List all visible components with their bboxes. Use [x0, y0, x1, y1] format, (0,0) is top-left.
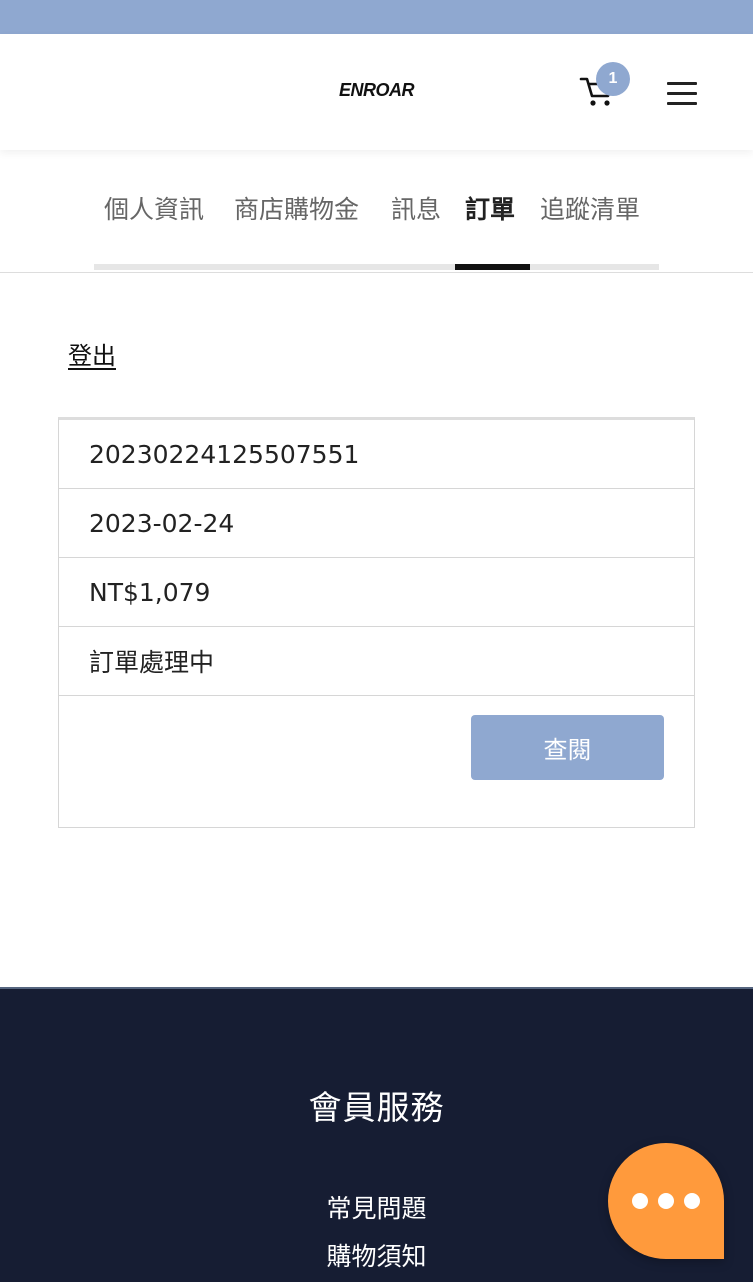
tab-orders[interactable]: 訂單	[465, 194, 515, 226]
cart-count-badge: 1	[596, 62, 630, 96]
cart-button[interactable]: 1	[578, 62, 630, 114]
hamburger-menu-icon[interactable]	[663, 78, 701, 108]
footer-title: 會員服務	[308, 1088, 445, 1127]
active-tab-indicator	[455, 264, 530, 270]
order-status: 訂單處理中	[59, 627, 694, 696]
tab-personal-info[interactable]: 個人資訊	[104, 194, 204, 226]
tab-wishlist[interactable]: 追蹤清單	[540, 194, 640, 226]
order-date: 2023-02-24	[59, 489, 694, 558]
order-total: NT$1,079	[59, 558, 694, 627]
order-number: 20230224125507551	[59, 420, 694, 489]
order-card: 20230224125507551 2023-02-24 NT$1,079 訂單…	[58, 417, 695, 828]
tab-store-credit[interactable]: 商店購物金	[234, 194, 359, 226]
top-strip	[0, 0, 753, 34]
tab-scroll-track	[94, 264, 659, 270]
tab-messages[interactable]: 訊息	[391, 194, 441, 226]
logout-link[interactable]: 登出	[68, 336, 116, 371]
account-tabs: 個人資訊 商店購物金 訊息 訂單 追蹤清單	[0, 150, 753, 273]
chat-bubble-icon[interactable]	[608, 1143, 724, 1259]
view-order-button[interactable]: 查閱	[471, 715, 664, 780]
brand-logo[interactable]: ENROAR	[0, 80, 753, 101]
site-header: ENROAR 1	[0, 34, 753, 150]
